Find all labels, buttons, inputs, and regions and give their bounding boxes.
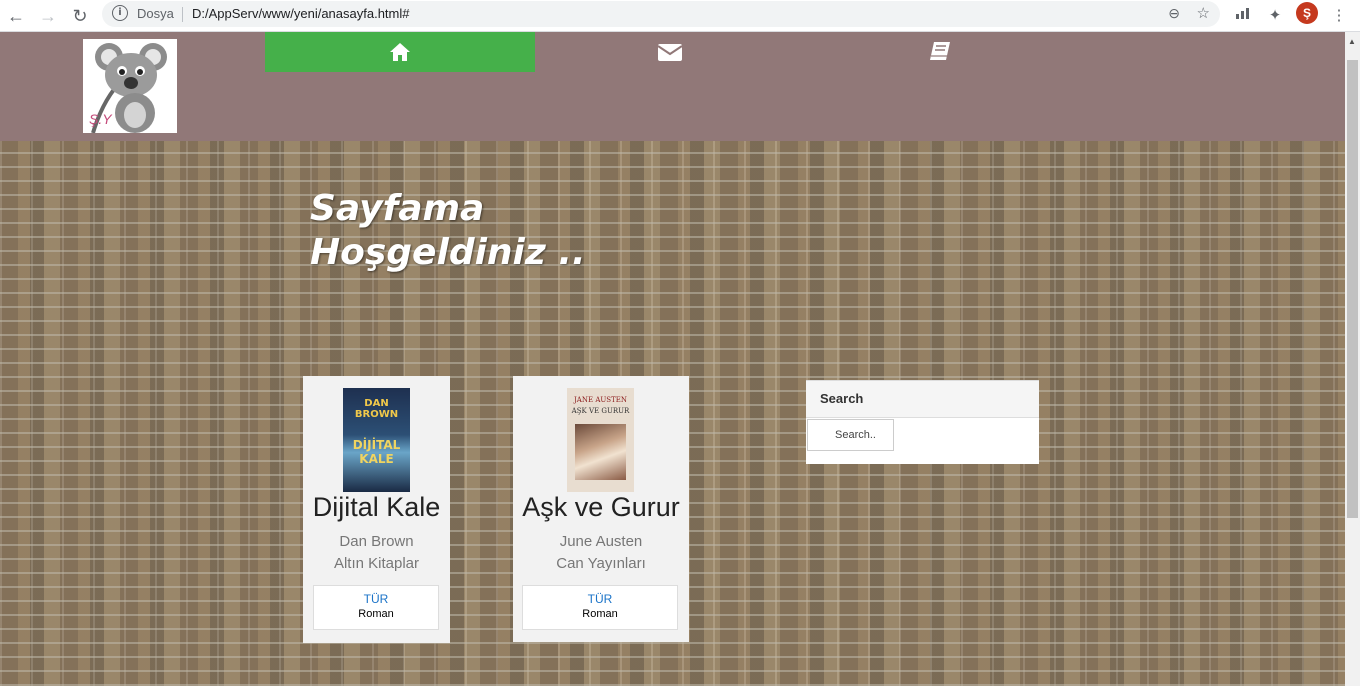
scheme-label: Dosya (137, 6, 174, 21)
search-title: Search (820, 391, 864, 406)
book-cover-image[interactable]: DAN BROWN DİJİTAL KALE (343, 388, 410, 492)
back-icon[interactable]: ← (4, 4, 28, 28)
extension-chart-icon[interactable] (1231, 4, 1255, 28)
book-title: Aşk ve Gurur (522, 492, 680, 522)
url-text[interactable]: D:/AppServ/www/yeni/anasayfa.html# (192, 6, 409, 21)
address-bar[interactable]: i Dosya D:/AppServ/www/yeni/anasayfa.htm… (102, 1, 1220, 27)
book-title: Dijital Kale (312, 492, 441, 522)
scrollbar-thumb[interactable] (1347, 60, 1358, 518)
koala-logo[interactable]: Ş.Y (83, 39, 177, 133)
bookmark-star-icon[interactable]: ☆ (1197, 4, 1210, 22)
genre-label: TÜR (363, 592, 389, 606)
site-header: Ş.Y (0, 32, 1345, 141)
nav-contact[interactable] (535, 32, 805, 72)
welcome-line-2: Hoşgeldiniz .. (310, 232, 586, 273)
reload-icon[interactable]: ↻ (68, 4, 92, 28)
address-separator (182, 7, 183, 22)
book-card[interactable]: DAN BROWN DİJİTAL KALE Dijital Kale Dan … (303, 376, 450, 643)
logo-initials: Ş.Y (89, 111, 112, 127)
envelope-icon (657, 44, 683, 66)
cover-title-text: DİJİTAL KALE (352, 438, 401, 466)
genre-box: TÜR Roman (522, 585, 678, 630)
info-icon[interactable]: i (112, 5, 128, 21)
browser-toolbar: ← → ↻ i Dosya D:/AppServ/www/yeni/anasay… (0, 0, 1360, 32)
genre-value: Roman (358, 608, 394, 620)
search-panel-header: Search (806, 381, 1039, 418)
menu-kebab-icon[interactable]: ⋮ (1327, 4, 1351, 28)
vertical-scrollbar[interactable]: ▲ (1345, 32, 1360, 686)
home-icon (389, 43, 411, 66)
zoom-icon[interactable]: ⊖ (1168, 5, 1180, 22)
genre-value: Roman (582, 608, 618, 620)
page-viewport: Ş.Y Sayfama Hoşgeldiniz .. DAN BROWN DİJ… (0, 32, 1345, 686)
nav-books[interactable] (805, 32, 1075, 72)
cover-author-text: DAN BROWN (354, 398, 399, 420)
book-card[interactable]: JANE AUSTEN AŞK VE GURUR Aşk ve Gurur Ju… (513, 376, 689, 642)
genre-box: TÜR Roman (313, 585, 439, 630)
cover-author-text: JANE AUSTEN (574, 396, 627, 404)
book-icon (929, 42, 951, 66)
book-publisher: Can Yayınları (556, 555, 646, 572)
cover-painting (575, 424, 626, 480)
genre-label: TÜR (587, 592, 613, 606)
profile-avatar[interactable]: Ş (1296, 2, 1318, 24)
book-cover-image[interactable]: JANE AUSTEN AŞK VE GURUR (567, 388, 634, 492)
cover-title-text: AŞK VE GURUR (571, 407, 630, 415)
search-panel: Search (806, 380, 1039, 464)
book-author: Dan Brown (339, 533, 414, 550)
book-author: June Austen (559, 533, 643, 550)
search-input[interactable] (807, 419, 894, 451)
welcome-heading: Sayfama Hoşgeldiniz .. (310, 187, 586, 275)
book-publisher: Altın Kitaplar (333, 555, 420, 572)
nav-home[interactable] (265, 32, 535, 72)
extensions-puzzle-icon[interactable]: ✦ (1263, 4, 1287, 28)
welcome-line-1: Sayfama (310, 188, 485, 229)
forward-icon[interactable]: → (36, 4, 60, 28)
scroll-up-icon[interactable]: ▲ (1348, 37, 1356, 46)
